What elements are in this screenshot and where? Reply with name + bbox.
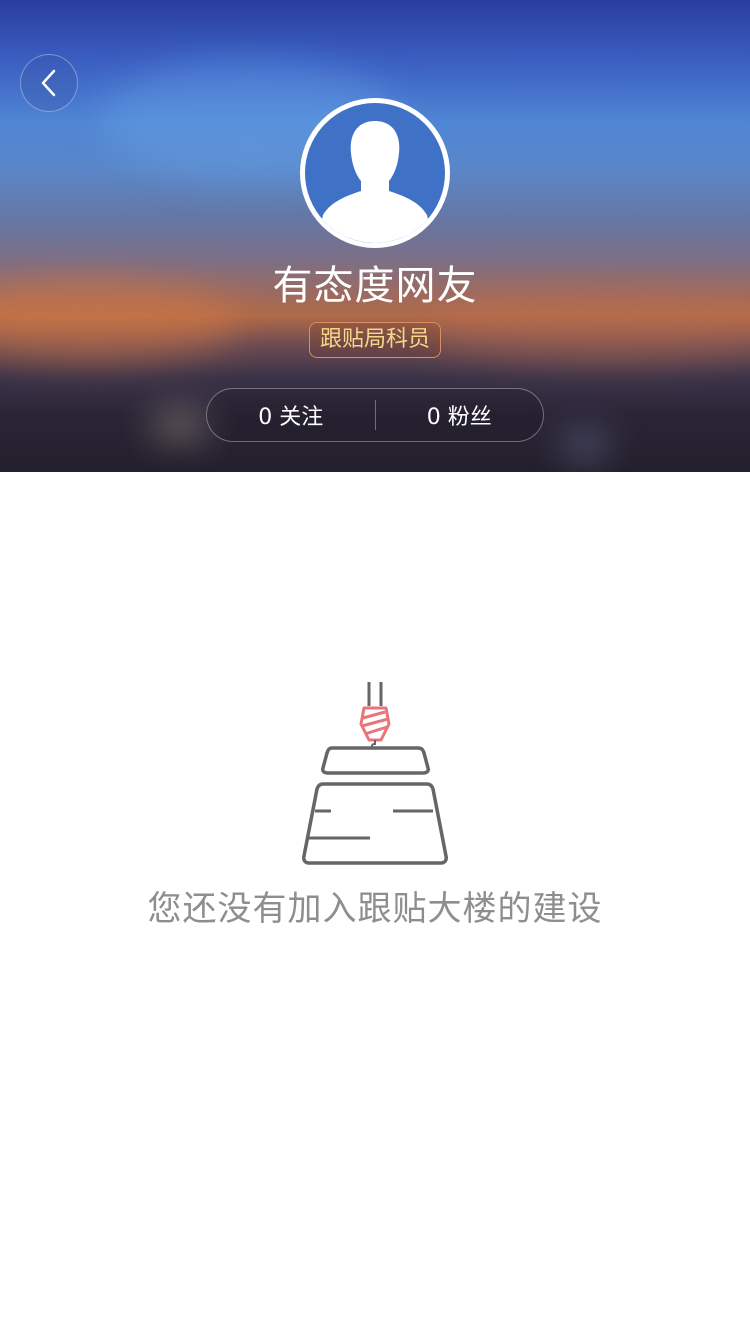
user-rank-badge-wrapper: 跟贴局科员	[0, 322, 750, 358]
crane-building-icon	[295, 680, 455, 870]
follow-stats: 0 关注 0 粉丝	[206, 388, 544, 442]
following-count[interactable]: 0 关注	[207, 399, 375, 431]
default-user-silhouette-icon	[317, 121, 433, 243]
back-button[interactable]	[20, 54, 78, 112]
profile-header: 有态度网友 跟贴局科员 0 关注 0 粉丝	[0, 0, 750, 472]
city-light	[150, 410, 210, 440]
chevron-left-icon	[41, 69, 56, 97]
followers-count[interactable]: 0 粉丝	[376, 399, 544, 431]
user-rank-badge: 跟贴局科员	[308, 322, 441, 358]
avatar[interactable]	[300, 98, 450, 248]
user-nickname: 有态度网友	[272, 263, 478, 309]
city-light	[560, 430, 610, 460]
empty-state-message: 您还没有加入跟贴大楼的建设	[147, 889, 603, 929]
